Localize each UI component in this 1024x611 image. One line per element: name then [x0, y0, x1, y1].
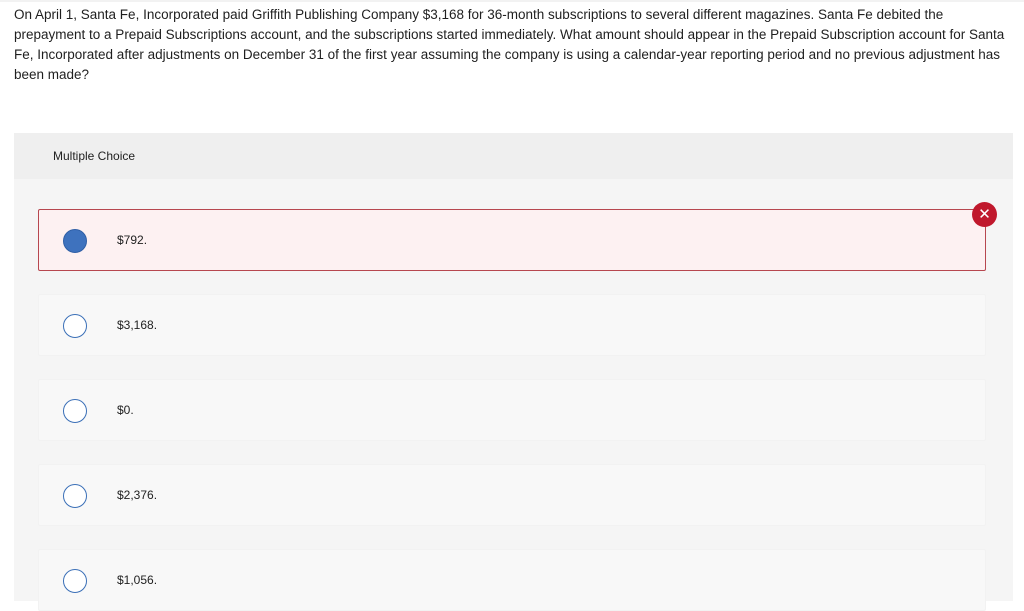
answer-option-5[interactable]: $1,056. — [38, 549, 986, 611]
radio-button-selected[interactable] — [63, 229, 87, 253]
incorrect-x-icon: ✕ — [972, 202, 997, 227]
answer-option-label: $3,168. — [117, 318, 158, 332]
multiple-choice-header: Multiple Choice — [14, 133, 1013, 179]
answer-option-label: $792. — [117, 233, 148, 247]
multiple-choice-panel: Multiple Choice $792. $3,168. $0. $2,376… — [14, 133, 1013, 611]
question-text: On April 1, Santa Fe, Incorporated paid … — [14, 7, 1005, 82]
radio-button[interactable] — [63, 399, 87, 423]
answer-option-2[interactable]: $3,168. — [38, 294, 986, 356]
radio-button[interactable] — [63, 569, 87, 593]
radio-button[interactable] — [63, 314, 87, 338]
answer-option-1[interactable]: $792. — [38, 209, 986, 271]
answer-option-label: $0. — [117, 403, 134, 417]
answer-option-label: $2,376. — [117, 488, 158, 502]
answer-option-3[interactable]: $0. — [38, 379, 986, 441]
answer-option-label: $1,056. — [117, 573, 158, 587]
radio-button[interactable] — [63, 484, 87, 508]
top-divider — [0, 0, 1024, 2]
answer-option-4[interactable]: $2,376. — [38, 464, 986, 526]
